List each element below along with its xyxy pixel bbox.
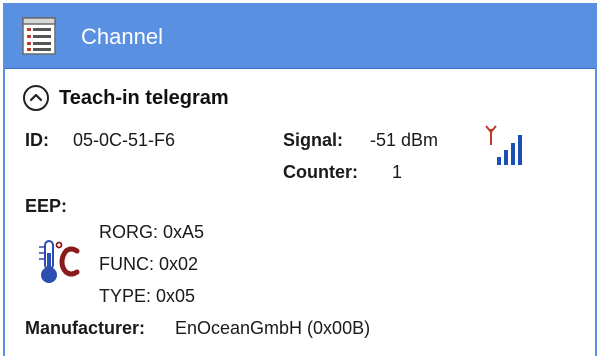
title-bar: Channel [5,5,595,68]
id-value: 05-0C-51-F6 [73,130,176,150]
channel-content: Teach-in telegram ID: 05-0C-51-F6 Signal… [5,68,595,356]
func-value: FUNC: 0x02 [99,254,199,274]
type-value: TYPE: 0x05 [99,286,196,306]
collapse-section-button[interactable] [23,85,49,111]
counter-value: 1 [392,162,403,182]
manufacturer-value: EnOceanGmbH (0x00B) [175,318,371,338]
signal-label: Signal: [283,130,344,150]
window-title: Channel [81,24,163,49]
manufacturer-label: Manufacturer: [25,318,146,338]
list-document-icon [22,17,56,55]
signal-strength-icon [485,125,522,165]
rorg-value: RORG: 0xA5 [99,222,205,242]
counter-label: Counter: [283,162,358,182]
thermometer-celsius-icon [39,240,80,283]
section-title: Teach-in telegram [59,87,229,109]
channel-window: Channel Teach-in telegram ID: 05-0C-51-F… [3,3,597,356]
eep-label: EEP: [25,196,68,216]
chevron-up-icon [29,93,43,102]
id-label: ID: [25,130,49,150]
signal-value: -51 dBm [370,130,439,150]
